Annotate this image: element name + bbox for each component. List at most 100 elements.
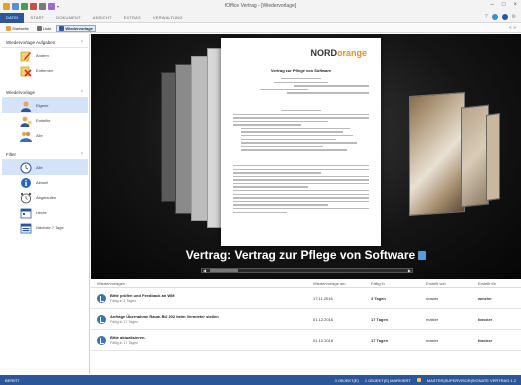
sidebar-item-alle-wiedervorlagen[interactable]: Alle <box>2 128 88 143</box>
status-user-info: MASTER|SUPERVISOR|SIGNATE VERTRAG 1.2 <box>426 377 516 383</box>
globe-icon[interactable] <box>491 14 498 20</box>
document-text-block <box>233 110 369 153</box>
sidebar-item-heute[interactable]: Heute <box>2 205 88 220</box>
main-area: NORDorange Vertrag zur Pflege von Softwa… <box>91 34 521 374</box>
navigation-toolbar: Startseite Liste Wiedervorlage <box>0 24 521 33</box>
document-caption: Vertrag: Vertrag zur Pflege von Software <box>91 248 521 262</box>
tab-extras[interactable]: EXTRAS <box>118 13 147 23</box>
status-object-count: 3 OBJEKT(E) <box>334 377 359 383</box>
calendar-week-icon <box>20 222 32 234</box>
wiedervorlage-label: Wiedervorlage <box>65 25 93 31</box>
tab-datei[interactable]: DATEI <box>0 12 25 23</box>
row-title-cell: Anfrage Übernahme Raum BU 202 beim Vermi… <box>91 314 313 324</box>
collapse-icon[interactable]: ⌃ <box>80 40 84 46</box>
cover-card-photo[interactable] <box>486 113 500 201</box>
user-icon <box>20 100 32 112</box>
alarm-icon <box>20 192 32 204</box>
startseite-button[interactable]: Startseite <box>3 25 32 32</box>
calendar-today-icon <box>20 207 32 219</box>
ribbon-right-icons: ? ⚙ <box>485 14 516 20</box>
sidebar-item-filter-alle[interactable]: Alle <box>2 160 88 175</box>
help-icon[interactable]: ? <box>485 14 488 20</box>
row-assignee: tbecker <box>478 337 493 343</box>
liste-button[interactable]: Liste <box>34 25 54 32</box>
collapse-icon[interactable]: ⌃ <box>80 90 84 96</box>
scroll-thumb[interactable] <box>210 269 238 272</box>
tab-dokument[interactable]: DOKUMENT <box>50 13 87 23</box>
document-cover-flow[interactable]: NORDorange Vertrag zur Pflege von Softwa… <box>91 34 521 279</box>
column-header[interactable]: Erstellt von <box>426 281 478 286</box>
users-icon <box>20 130 32 142</box>
scroll-right-icon[interactable]: ▶ <box>408 268 411 273</box>
row-due: 3 Tagen <box>371 295 386 301</box>
scroll-left-icon[interactable]: ◀ <box>203 268 206 273</box>
table-row[interactable]: Bitte prüfen und Feedback an WM Fällig i… <box>91 288 521 309</box>
sidebar-item-abgelaufen[interactable]: Abgelaufen <box>2 190 88 205</box>
column-header[interactable]: Wiedervorlage am <box>313 281 371 286</box>
sidebar-item-erstellte[interactable]: Erstellte <box>2 113 88 128</box>
column-header[interactable]: Wiedervorlagen <box>91 281 313 286</box>
window-title: fOffice Vertrag - [Wiedervorlage] <box>224 3 297 9</box>
settings-icon[interactable]: ⚙ <box>512 14 516 20</box>
panel-header[interactable]: Filter ⌃ <box>2 150 88 160</box>
row-title: Bitte aktualisieren. <box>110 335 146 340</box>
panel-header[interactable]: Wiedervorlage Aufgaben ⌃ <box>2 38 88 48</box>
table-row[interactable]: Anfrage Übernahme Raum BU 202 beim Vermi… <box>91 309 521 330</box>
liste-label: Liste <box>42 25 52 31</box>
title-bar: ▾ fOffice Vertrag - [Wiedervorlage] – □ … <box>0 0 521 13</box>
document-text-block <box>233 165 369 215</box>
sidebar-item-label: Abgelaufen <box>36 195 57 200</box>
sidebar-item-label: Erstellte <box>36 118 51 123</box>
wiedervorlage-button[interactable]: Wiedervorlage <box>56 24 96 32</box>
wiedervorlagen-table: Wiedervorlagen Wiedervorlage am Fällig i… <box>91 280 521 374</box>
panel-title: Wiedervorlage <box>6 90 36 95</box>
row-title-cell: Bitte prüfen und Feedback an WM Fällig i… <box>91 293 313 303</box>
sidebar-item-aktuell[interactable]: Aktuell <box>2 175 88 190</box>
tab-ansicht[interactable]: ANSICHT <box>87 13 118 23</box>
logo-suffix: orange <box>336 48 367 58</box>
sidebar-item-label: Heute <box>36 210 47 215</box>
panel-header[interactable]: Wiedervorlage ⌃ <box>2 88 88 98</box>
edit-icon <box>20 50 32 62</box>
sidebar-item-label: Entfernen <box>36 68 54 73</box>
minimize-button[interactable]: – <box>491 2 494 8</box>
list-icon <box>36 25 42 31</box>
company-logo: NORDorange <box>310 48 367 58</box>
column-header[interactable]: Erstellt für <box>478 281 521 286</box>
cover-card-photo[interactable] <box>461 104 489 208</box>
sidebar-item-label: Ändern <box>36 53 49 58</box>
home-icon <box>6 25 11 31</box>
document-preview[interactable]: NORDorange Vertrag zur Pflege von Softwa… <box>221 38 381 246</box>
sidebar-item-entfernen[interactable]: Entfernen <box>2 63 88 78</box>
sidebar-item-naechste-7-tage[interactable]: Nächste 7 Tage <box>2 220 88 235</box>
table-row[interactable]: Bitte aktualisieren. Fällig in 17 Tagen … <box>91 330 521 351</box>
tab-verwaltung[interactable]: VERWALTUNG <box>147 13 189 23</box>
user-icon[interactable] <box>501 14 508 20</box>
row-date: 17.11.2016 <box>313 295 333 301</box>
status-ready: BEREIT <box>5 377 20 383</box>
tab-start[interactable]: START <box>24 13 50 23</box>
sidebar-item-eigene[interactable]: Eigene <box>2 98 88 113</box>
cover-card-photo[interactable] <box>409 92 465 216</box>
info-icon <box>20 177 32 189</box>
document-title: Vertrag zur Pflege von Software <box>270 68 332 73</box>
close-button[interactable]: × <box>513 2 517 8</box>
sidebar-item-aendern[interactable]: Ändern <box>2 48 88 63</box>
collapse-icon[interactable]: ⌃ <box>80 152 84 158</box>
panel-title: Wiedervorlage Aufgaben <box>6 40 56 45</box>
sidebar-item-label: Alle <box>36 165 43 170</box>
window-controls: – □ × <box>491 2 517 8</box>
toolbar-nav-arrows[interactable]: « » <box>509 25 516 31</box>
document-text-block <box>233 78 369 96</box>
sidebar-item-label: Eigene <box>36 103 49 108</box>
maximize-button[interactable]: □ <box>502 2 506 8</box>
row-creator: master <box>426 316 439 322</box>
document-icon <box>418 251 427 260</box>
calendar-icon <box>59 25 65 31</box>
row-due: 17 Tagen <box>371 316 389 322</box>
row-due: 17 Tagen <box>371 337 389 343</box>
delete-icon <box>20 65 32 77</box>
column-header[interactable]: Fällig in <box>371 281 426 286</box>
cover-flow-scrollbar[interactable]: ◀ ▶ <box>201 268 413 273</box>
panel-filter: Filter ⌃ Alle Aktuell Abgelaufen Heute N… <box>2 150 88 235</box>
